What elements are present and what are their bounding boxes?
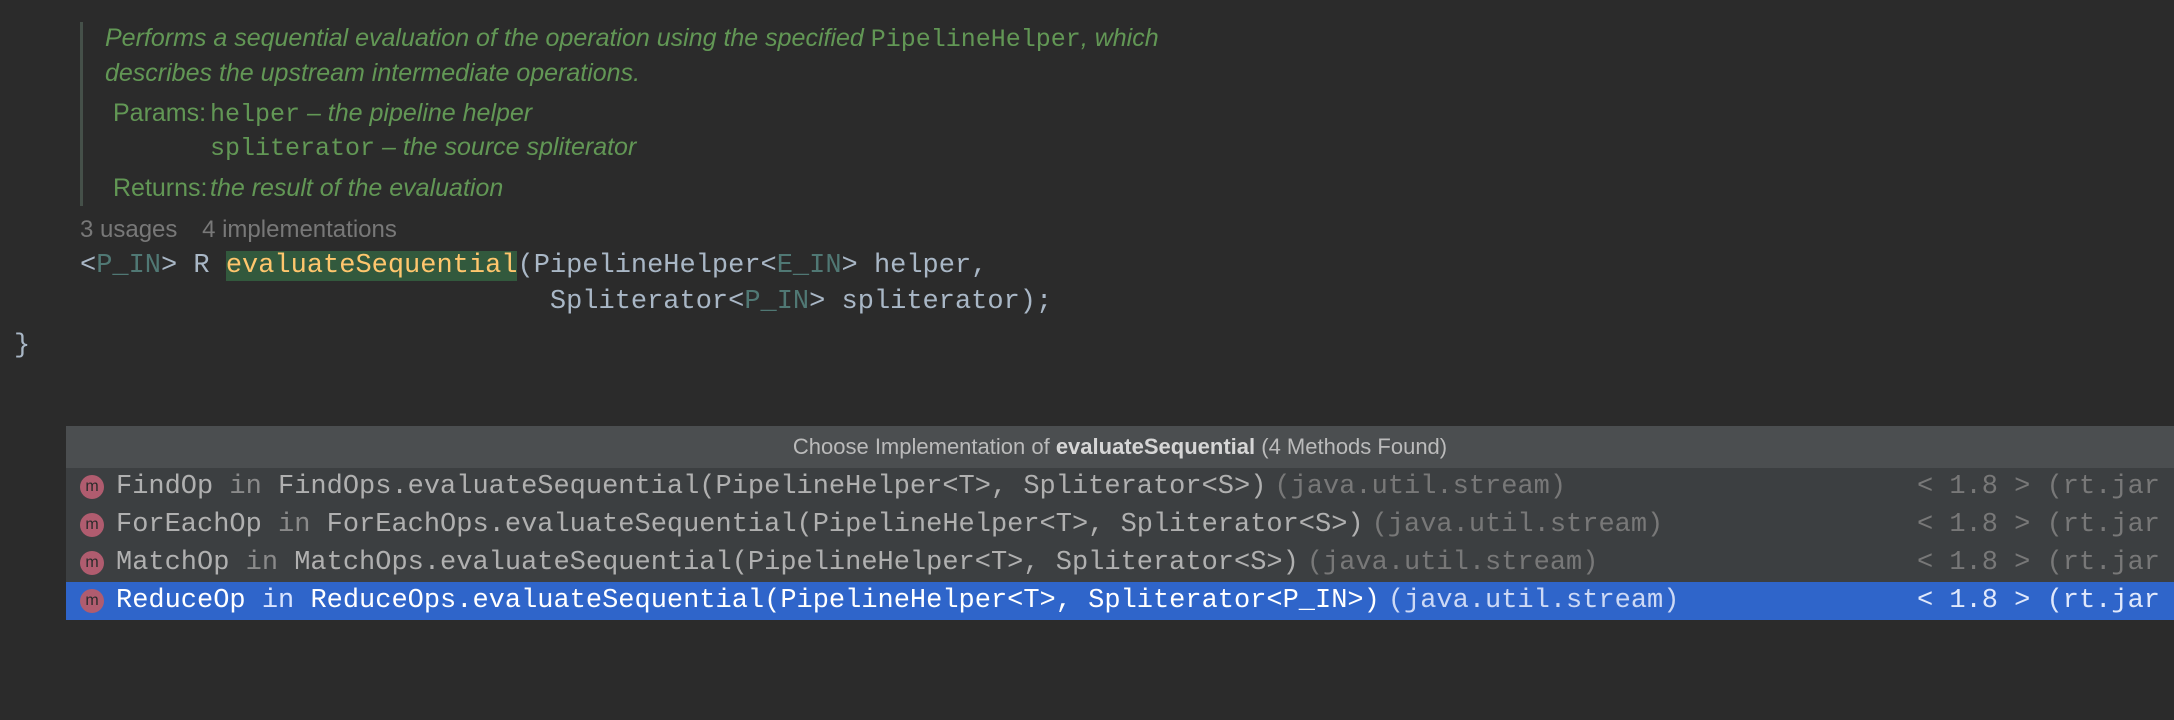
javadoc-returns-row: Returns: the result of the evaluation: [105, 172, 1180, 206]
popup-item-package: (java.util.stream): [1274, 472, 1566, 502]
popup-item-2[interactable]: m MatchOp in MatchOps.evaluateSequential(…: [66, 544, 2174, 582]
popup-title-method: evaluateSequential: [1056, 434, 1255, 459]
popup-item-meta: < 1.8 > (rt.jar: [1917, 472, 2160, 502]
javadoc-param-0: helper – the pipeline helper: [210, 97, 636, 132]
popup-title: Choose Implementation of evaluateSequent…: [66, 426, 2174, 468]
javadoc-returns-text: the result of the evaluation: [210, 172, 503, 206]
popup-item-package: (java.util.stream): [1388, 586, 1680, 616]
method-icon: m: [80, 589, 104, 613]
choose-implementation-popup[interactable]: Choose Implementation of evaluateSequent…: [66, 426, 2174, 620]
sig-arg2-lt: <: [728, 287, 744, 317]
sig-arg1-lt: <: [761, 251, 777, 281]
inlay-hints: 3 usages 4 implementations: [80, 216, 2174, 244]
javadoc-returns-label: Returns:: [105, 172, 210, 206]
popup-item-in-keyword: in: [246, 586, 311, 616]
closing-brace: }: [14, 331, 2174, 361]
sig-open-angle: <: [80, 251, 96, 281]
popup-item-signature: ForEachOp in ForEachOps.evaluateSequenti…: [116, 510, 1364, 540]
javadoc-params-row: Params: helper – the pipeline helper spl…: [105, 97, 1180, 167]
popup-item-rest: ReduceOps.evaluateSequential(PipelineHel…: [310, 586, 1379, 616]
javadoc-params-label: Params:: [105, 97, 210, 167]
popup-item-meta: < 1.8 > (rt.jar: [1917, 586, 2160, 616]
sig-arg1-comma: ,: [971, 251, 987, 281]
sig-generic-pin: P_IN: [96, 251, 161, 281]
popup-list[interactable]: m FindOp in FindOps.evaluateSequential(Pi…: [66, 468, 2174, 620]
javadoc-param-1-name: spliterator: [210, 134, 375, 163]
sig-method-name: evaluateSequential: [226, 251, 518, 281]
popup-item-class: ReduceOp: [116, 586, 246, 616]
popup-item-3[interactable]: m ReduceOp in ReduceOps.evaluateSequentia…: [66, 582, 2174, 620]
popup-item-signature: MatchOp in MatchOps.evaluateSequential(P…: [116, 548, 1299, 578]
sig-arg1-generic: E_IN: [777, 251, 842, 281]
popup-item-rest: MatchOps.evaluateSequential(PipelineHelp…: [294, 548, 1299, 578]
javadoc-params-body: helper – the pipeline helper spliterator…: [210, 97, 636, 167]
popup-item-1[interactable]: m ForEachOp in ForEachOps.evaluateSequent…: [66, 506, 2174, 544]
popup-item-signature: FindOp in FindOps.evaluateSequential(Pip…: [116, 472, 1266, 502]
sig-indent2: [80, 287, 550, 317]
method-icon: m: [80, 551, 104, 575]
javadoc-summary-pre: Performs a sequential evaluation of the …: [105, 24, 871, 52]
popup-item-rest: ForEachOps.evaluateSequential(PipelineHe…: [327, 510, 1364, 540]
javadoc-param-0-desc: – the pipeline helper: [300, 99, 532, 127]
sig-close-angle: >: [161, 251, 177, 281]
usages-hint[interactable]: 3 usages: [80, 216, 177, 243]
popup-item-package: (java.util.stream): [1307, 548, 1599, 578]
javadoc-block: Performs a sequential evaluation of the …: [80, 22, 1180, 206]
popup-item-in-keyword: in: [262, 510, 327, 540]
popup-item-meta: < 1.8 > (rt.jar: [1917, 510, 2160, 540]
popup-item-meta: < 1.8 > (rt.jar: [1917, 548, 2160, 578]
popup-item-class: MatchOp: [116, 548, 229, 578]
method-icon: m: [80, 513, 104, 537]
javadoc-summary: Performs a sequential evaluation of the …: [105, 22, 1180, 91]
popup-title-post: (4 Methods Found): [1255, 434, 1447, 459]
javadoc-codeword: PipelineHelper: [871, 25, 1081, 54]
sig-close: );: [1020, 287, 1052, 317]
sig-arg2-gt: >: [809, 287, 825, 317]
popup-item-signature: ReduceOp in ReduceOps.evaluateSequential…: [116, 586, 1380, 616]
sig-arg2-type: Spliterator: [550, 287, 728, 317]
method-signature[interactable]: <P_IN> R evaluateSequential(PipelineHelp…: [80, 248, 2174, 321]
javadoc-param-1-desc: – the source spliterator: [375, 133, 636, 161]
popup-item-package: (java.util.stream): [1372, 510, 1664, 540]
popup-item-in-keyword: in: [213, 472, 278, 502]
popup-item-rest: FindOps.evaluateSequential(PipelineHelpe…: [278, 472, 1266, 502]
sig-arg1-gt: >: [842, 251, 858, 281]
popup-item-0[interactable]: m FindOp in FindOps.evaluateSequential(Pi…: [66, 468, 2174, 506]
sig-open-paren: (: [517, 251, 533, 281]
method-icon: m: [80, 475, 104, 499]
sig-arg1-type: PipelineHelper: [534, 251, 761, 281]
sig-return-type: R: [177, 251, 226, 281]
javadoc-returns-body: the result of the evaluation: [210, 172, 503, 206]
popup-item-in-keyword: in: [229, 548, 294, 578]
popup-title-pre: Choose Implementation of: [793, 434, 1056, 459]
javadoc-param-0-name: helper: [210, 100, 300, 129]
javadoc-param-1: spliterator – the source spliterator: [210, 131, 636, 166]
sig-arg2-name: spliterator: [825, 287, 1019, 317]
sig-arg1-name: helper: [858, 251, 971, 281]
popup-item-class: ForEachOp: [116, 510, 262, 540]
popup-item-class: FindOp: [116, 472, 213, 502]
sig-arg2-generic: P_IN: [744, 287, 809, 317]
implementations-hint[interactable]: 4 implementations: [202, 216, 397, 243]
code-editor[interactable]: Performs a sequential evaluation of the …: [0, 22, 2174, 720]
